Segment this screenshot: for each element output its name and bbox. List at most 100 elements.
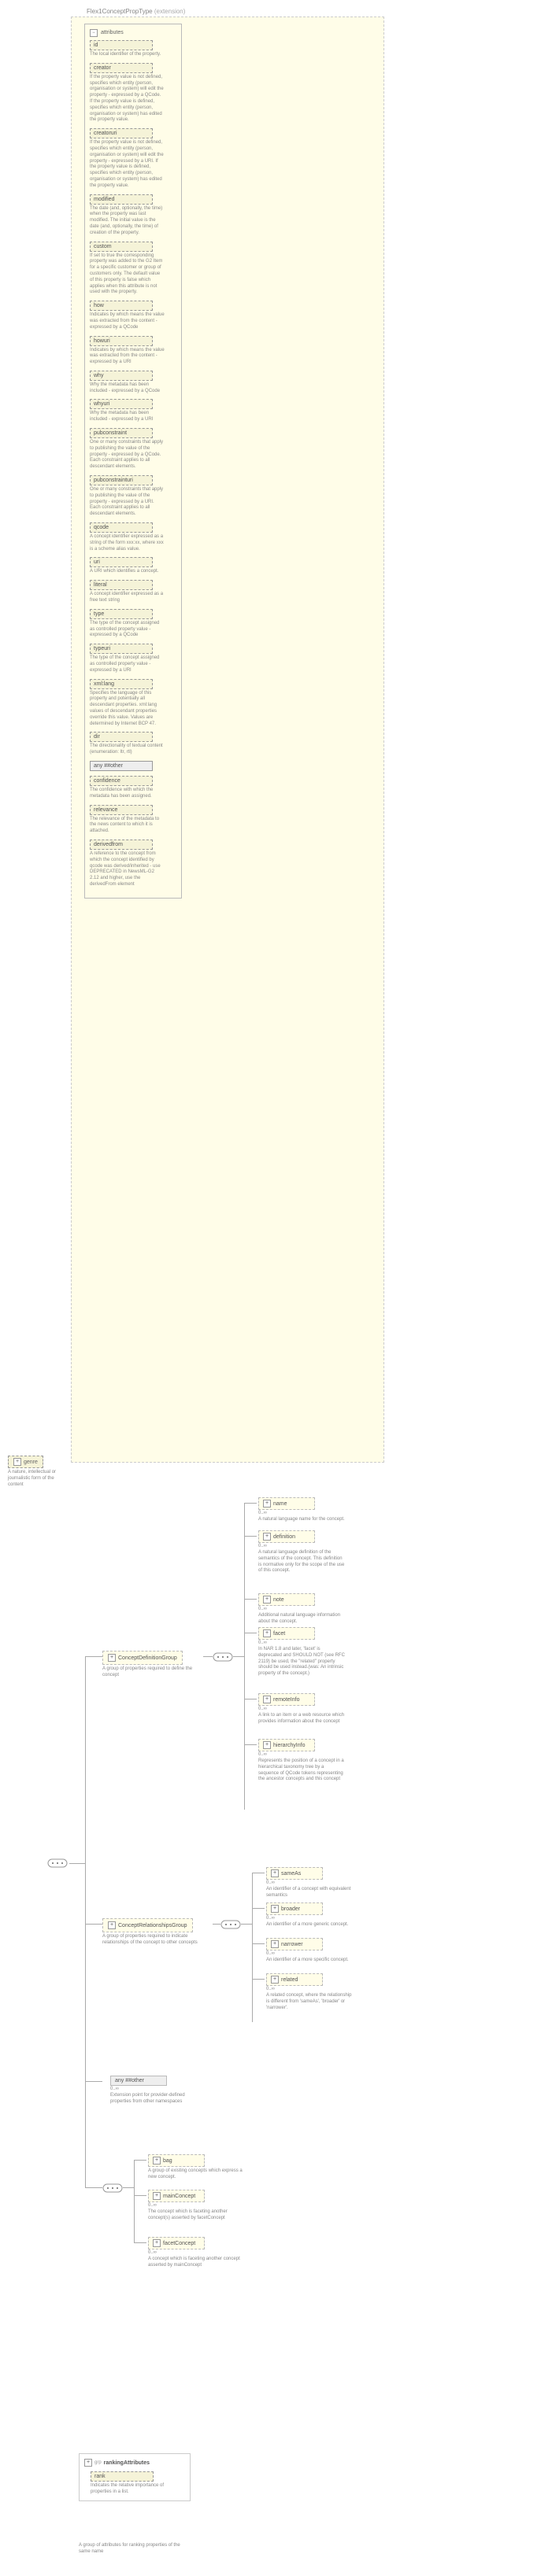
attr-typeuri: typeuriThe type of the concept assigned … <box>90 644 176 674</box>
any-desc: Extension point for provider-defined pro… <box>110 2093 189 2105</box>
attr-dir: dir The directionality of textual content… <box>90 732 176 756</box>
attr-derivedfrom: derivedfromA reference to the concept fr… <box>90 840 176 888</box>
plus-icon: + <box>108 1921 116 1929</box>
elem-desc: Represents the position of a concept in … <box>258 1759 345 1783</box>
elem-desc: A natural language name for the concept. <box>258 1517 345 1523</box>
elem-box: +mainConcept <box>148 2190 205 2202</box>
attr-qcode: qcodeA concept identifier expressed as a… <box>90 522 176 552</box>
concept-definition-group-node: + ConceptDefinitionGroup A group of prop… <box>102 1651 197 1679</box>
attr-modified: modifiedThe date (and, optionally, the t… <box>90 194 176 237</box>
elem-label: hierarchyInfo <box>273 1743 305 1748</box>
plus-icon: + <box>153 2157 161 2165</box>
elem-box: +facet <box>258 1627 315 1640</box>
attr-desc: The directionality of textual content (e… <box>90 744 165 756</box>
plus-icon: + <box>263 1741 271 1749</box>
type-ext: (extension) <box>154 8 186 15</box>
rank-attr: rank Indicates the relative importance o… <box>91 2471 185 2496</box>
type-name: Flex1ConceptPropType <box>87 8 153 15</box>
elem-label: name <box>273 1501 287 1507</box>
attr-desc: The relevance of the metadata to the new… <box>90 817 165 835</box>
attributes-box: − attributes idThe local identifier of t… <box>84 24 182 899</box>
ranking-grp-label: rankingAttributes <box>104 2460 150 2466</box>
card: 0..∞ <box>148 2250 243 2255</box>
elem-box: +remoteInfo <box>258 1693 315 1706</box>
attr-name: derivedfrom <box>90 840 153 850</box>
plus-icon: + <box>263 1500 271 1508</box>
attr-desc: The date (and, optionally, the time) whe… <box>90 206 165 237</box>
attr-id: idThe local identifier of the property. <box>90 40 176 58</box>
attr-name: creator <box>90 63 153 73</box>
bottom-sequence <box>102 2182 123 2194</box>
attr-name: creatoruri <box>90 128 153 138</box>
elem-desc: A natural language definition of the sem… <box>258 1550 345 1574</box>
sequence-icon <box>102 2182 123 2194</box>
attr-how: howIndicates by which means the value wa… <box>90 301 176 330</box>
elem-mainConcept: +mainConcept0..∞The concept which is fac… <box>148 2190 243 2222</box>
sequence-icon <box>47 1857 68 1869</box>
elem-label: facet <box>273 1631 285 1637</box>
attr-name: howuri <box>90 336 153 346</box>
attr-howuri: howuri Indicates by which means the value… <box>90 336 176 366</box>
elem-desc: In NAR 1.8 and later, 'facet' is depreca… <box>258 1647 345 1677</box>
rank-desc: Indicates the relative importance of pro… <box>91 2483 165 2496</box>
elem-label: remoteInfo <box>273 1697 299 1703</box>
elem-sameAs: +sameAs0..∞An identifier of a concept wi… <box>266 1867 353 1899</box>
elem-desc: The concept which is faceting another co… <box>148 2209 243 2222</box>
attr-relevance: relevanceThe relevance of the metadata t… <box>90 805 176 835</box>
elem-facet: +facet0..∞In NAR 1.8 and later, 'facet' … <box>258 1627 345 1677</box>
elem-narrower: +narrower0..∞An identifier of a more spe… <box>266 1938 349 1964</box>
concept-definition-group: + ConceptDefinitionGroup <box>102 1651 183 1665</box>
attr-desc: If the property value is not defined, sp… <box>90 140 165 189</box>
elem-definition: +definition0..∞A natural language defini… <box>258 1530 345 1574</box>
attr-name: uri <box>90 557 153 567</box>
elem-label: bag <box>163 2158 172 2164</box>
attr-desc: If set to true the corresponding propert… <box>90 253 165 297</box>
attr-name: why <box>90 371 153 381</box>
attr-desc: One or many constraints that apply to pu… <box>90 440 165 471</box>
elem-desc: A related concept, where the relationshi… <box>266 1993 353 2011</box>
elem-hierarchyInfo: +hierarchyInfo0..∞Represents the positio… <box>258 1739 345 1783</box>
plus-icon: + <box>153 2192 161 2200</box>
attr-name: qcode <box>90 522 153 533</box>
genre-desc: A nature, intellectual or journalistic f… <box>8 1470 71 1488</box>
attr-confidence: confidenceThe confidence with which the … <box>90 776 176 800</box>
attr-creator: creator If the property value is not defi… <box>90 63 176 124</box>
ranking-grp-desc: A group of attributes for ranking proper… <box>79 2543 181 2556</box>
plus-icon: + <box>108 1654 116 1662</box>
attr-desc: A concept identifier expressed as a stri… <box>90 534 165 552</box>
elem-label: broader <box>281 1906 300 1912</box>
grp-prefix: grp <box>94 2460 102 2465</box>
attr-name: dir <box>90 732 153 742</box>
concept-relationships-group: + ConceptRelationshipsGroup <box>102 1918 193 1932</box>
elem-box: +hierarchyInfo <box>258 1739 315 1751</box>
attr-custom: customIf set to true the corresponding p… <box>90 242 176 297</box>
attr-type: typeThe type of the concept assigned as … <box>90 609 176 639</box>
card: 0..∞ <box>266 1987 353 1991</box>
elem-note: +note0..∞Additional natural language inf… <box>258 1593 345 1626</box>
elem-desc: An identifier of a concept with equivale… <box>266 1887 353 1899</box>
elem-remoteInfo: +remoteInfo0..∞A link to an item or a we… <box>258 1693 345 1725</box>
attr-desc: If the property value is not defined, sp… <box>90 75 165 124</box>
attr-desc: A concept identifier expressed as a free… <box>90 592 165 604</box>
elem-desc: A group of existing concepts which expre… <box>148 2168 243 2181</box>
plus-icon: + <box>271 1905 279 1913</box>
attr-desc: Why the metadata has been included - exp… <box>90 411 165 423</box>
attr-name: typeuri <box>90 644 153 654</box>
card: 0..∞ <box>258 1607 345 1611</box>
attr-uri: uri A URI which identifies a concept. <box>90 557 176 575</box>
extension-container: − attributes idThe local identifier of t… <box>71 17 384 1463</box>
main-sequence <box>47 1857 68 1869</box>
attr-desc: The type of the concept assigned as cont… <box>90 655 165 674</box>
elem-box: +name <box>258 1497 315 1510</box>
attr-creatoruri: creatoruri If the property value is not d… <box>90 128 176 189</box>
elem-label: mainConcept <box>163 2194 195 2199</box>
attr-desc: Indicates by which means the value was e… <box>90 348 165 366</box>
card: 0..∞ <box>266 1916 348 1921</box>
elem-label: sameAs <box>281 1871 301 1877</box>
any-other: any ##other <box>110 2076 167 2086</box>
attr-desc: Why the metadata has been included - exp… <box>90 382 165 395</box>
attr-desc: Indicates by which means the value was e… <box>90 312 165 330</box>
attr-desc: A URI which identifies a concept. <box>90 569 165 575</box>
elem-desc: A concept which is faceting another conc… <box>148 2257 243 2269</box>
attributes-header: − attributes <box>90 29 176 37</box>
